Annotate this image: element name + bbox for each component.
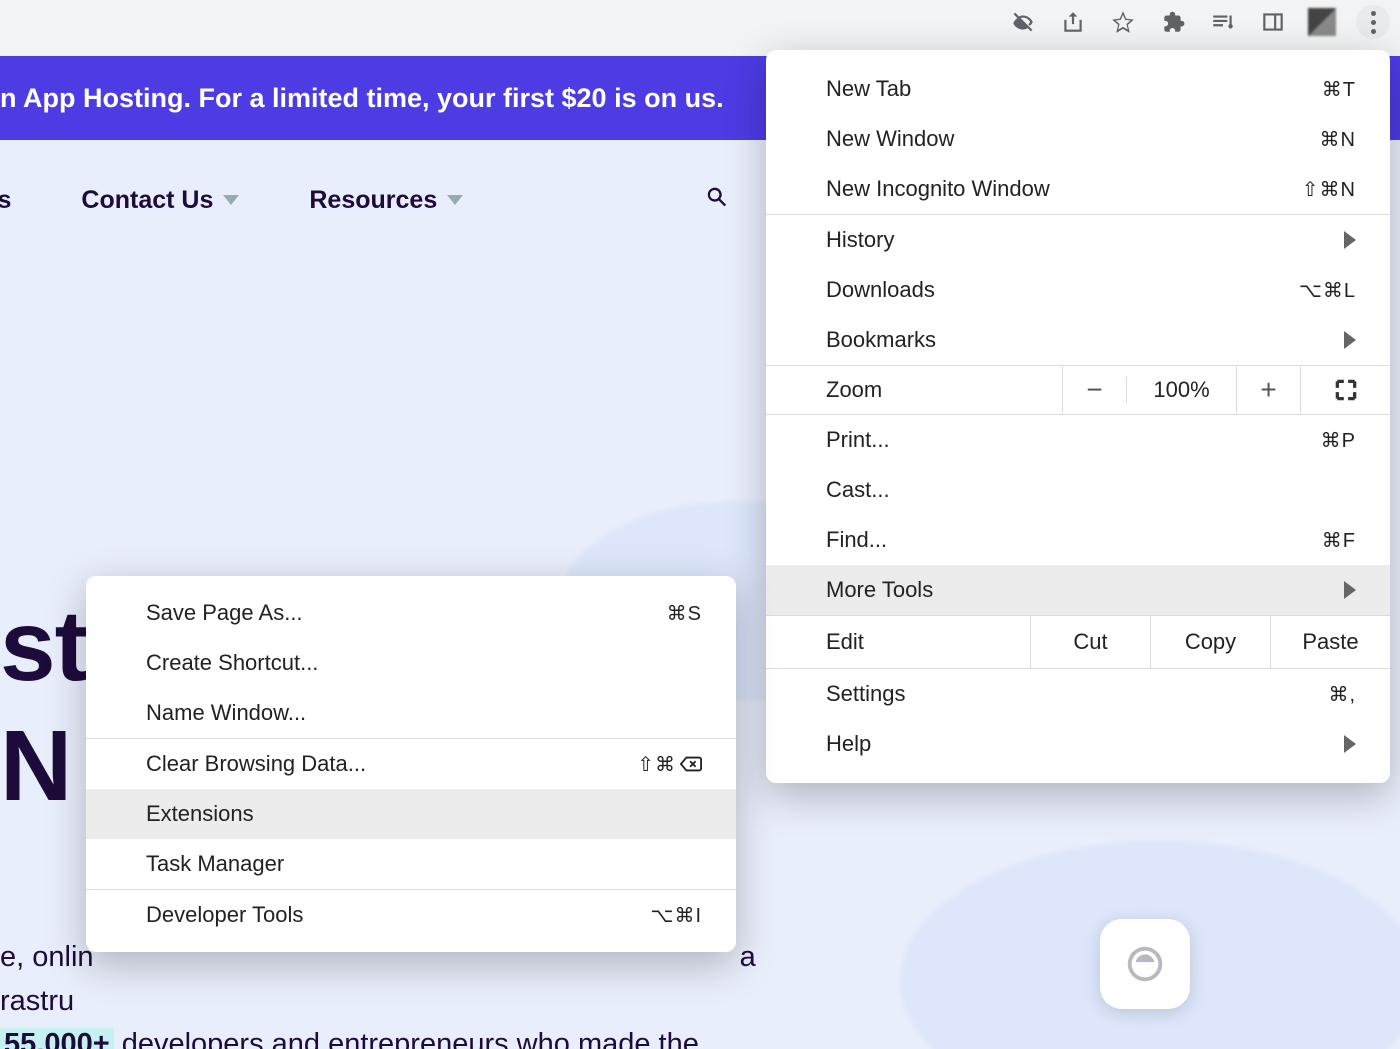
menu-edit: Edit Cut Copy Paste bbox=[766, 615, 1390, 669]
menu-label: Name Window... bbox=[146, 700, 306, 726]
chevron-down-icon bbox=[223, 195, 239, 205]
chevron-right-icon bbox=[1344, 581, 1356, 599]
menu-label: Extensions bbox=[146, 801, 254, 827]
search-icon[interactable] bbox=[703, 183, 731, 218]
menu-label: Print... bbox=[826, 427, 890, 453]
submenu-save-page[interactable]: Save Page As... ⌘S bbox=[86, 588, 736, 638]
extensions-icon[interactable] bbox=[1158, 7, 1188, 37]
delete-icon bbox=[680, 755, 702, 773]
shortcut: ⌥⌘L bbox=[1299, 278, 1356, 303]
menu-label: New Window bbox=[826, 126, 954, 152]
zoom-value: 100% bbox=[1126, 377, 1236, 403]
shortcut: ⌘F bbox=[1322, 528, 1356, 553]
menu-help[interactable]: Help bbox=[766, 719, 1390, 769]
zoom-label: Zoom bbox=[766, 377, 1062, 403]
shortcut: ⌘, bbox=[1328, 682, 1356, 707]
menu-label: New Incognito Window bbox=[826, 176, 1050, 202]
menu-new-window[interactable]: New Window ⌘N bbox=[766, 114, 1390, 164]
chevron-down-icon bbox=[447, 195, 463, 205]
menu-new-tab[interactable]: New Tab ⌘T bbox=[766, 64, 1390, 114]
edit-copy-button[interactable]: Copy bbox=[1150, 615, 1270, 669]
menu-label: More Tools bbox=[826, 577, 933, 603]
shortcut: ⌘S bbox=[667, 601, 702, 626]
menu-label: History bbox=[826, 227, 894, 253]
menu-label: Bookmarks bbox=[826, 327, 936, 353]
shortcut: ⌘T bbox=[1322, 77, 1356, 102]
menu-label: Settings bbox=[826, 681, 906, 707]
shortcut: ⌘N bbox=[1320, 127, 1356, 152]
nav-item-resources[interactable]: Resources bbox=[309, 186, 463, 215]
browser-toolbar bbox=[0, 0, 1400, 44]
menu-bookmarks[interactable]: Bookmarks bbox=[766, 315, 1390, 365]
avatar[interactable] bbox=[1308, 8, 1336, 36]
chat-button[interactable] bbox=[1100, 919, 1190, 1009]
menu-label: Clear Browsing Data... bbox=[146, 751, 366, 777]
menu-zoom: Zoom − 100% + bbox=[766, 365, 1390, 415]
hero-line-2: N bbox=[0, 716, 87, 816]
menu-label: Downloads bbox=[826, 277, 935, 303]
chevron-right-icon bbox=[1344, 735, 1356, 753]
menu-cast[interactable]: Cast... bbox=[766, 465, 1390, 515]
menu-find[interactable]: Find... ⌘F bbox=[766, 515, 1390, 565]
hero: st N bbox=[0, 596, 87, 836]
nav-label: Resources bbox=[309, 186, 437, 215]
highlight-count: 55,000+ bbox=[0, 1028, 114, 1049]
menu-history[interactable]: History bbox=[766, 215, 1390, 265]
menu-label: Task Manager bbox=[146, 851, 284, 877]
menu-label: Save Page As... bbox=[146, 600, 303, 626]
sub-frag: rastru bbox=[0, 985, 74, 1017]
menu-label: Create Shortcut... bbox=[146, 650, 318, 676]
playlist-icon[interactable] bbox=[1208, 7, 1238, 37]
edit-label: Edit bbox=[766, 629, 1030, 655]
zoom-in-button[interactable]: + bbox=[1236, 365, 1300, 415]
menu-label: New Tab bbox=[826, 76, 911, 102]
menu-label: Find... bbox=[826, 527, 887, 553]
promo-text: n App Hosting. For a limited time, your … bbox=[0, 83, 724, 114]
submenu-clear-browsing-data[interactable]: Clear Browsing Data... ⇧⌘ bbox=[86, 739, 736, 789]
menu-label: Cast... bbox=[826, 477, 890, 503]
zoom-out-button[interactable]: − bbox=[1062, 365, 1126, 415]
nav-item-contact[interactable]: Contact Us bbox=[81, 186, 239, 215]
sub-frag: e, onlin bbox=[0, 941, 94, 973]
chevron-right-icon bbox=[1344, 231, 1356, 249]
nav-label: Contact Us bbox=[81, 186, 213, 215]
shortcut: ⇧⌘ bbox=[637, 752, 702, 777]
star-icon[interactable] bbox=[1108, 7, 1138, 37]
hero-subtext: e, onlin a rastru 55,000+ developers and… bbox=[0, 936, 756, 1049]
menu-label: Help bbox=[826, 731, 871, 757]
sub-frag: a bbox=[740, 941, 756, 973]
sub-frag: developers and entrepreneurs who made th… bbox=[122, 1028, 699, 1049]
shortcut: ⌥⌘I bbox=[650, 903, 702, 928]
hero-line-1: st bbox=[0, 596, 87, 696]
submenu-developer-tools[interactable]: Developer Tools ⌥⌘I bbox=[86, 890, 736, 940]
menu-downloads[interactable]: Downloads ⌥⌘L bbox=[766, 265, 1390, 315]
submenu-task-manager[interactable]: Task Manager bbox=[86, 839, 736, 889]
menu-label: Developer Tools bbox=[146, 902, 303, 928]
menu-new-incognito[interactable]: New Incognito Window ⇧⌘N bbox=[766, 164, 1390, 214]
submenu-extensions[interactable]: Extensions bbox=[86, 789, 736, 839]
menu-print[interactable]: Print... ⌘P bbox=[766, 415, 1390, 465]
fullscreen-button[interactable] bbox=[1300, 365, 1390, 415]
shortcut: ⌘P bbox=[1321, 428, 1356, 453]
submenu-name-window[interactable]: Name Window... bbox=[86, 688, 736, 738]
panel-icon[interactable] bbox=[1258, 7, 1288, 37]
shortcut: ⇧⌘N bbox=[1302, 177, 1356, 202]
chrome-more-tools-submenu: Save Page As... ⌘S Create Shortcut... Na… bbox=[86, 576, 736, 952]
share-icon[interactable] bbox=[1058, 7, 1088, 37]
submenu-create-shortcut[interactable]: Create Shortcut... bbox=[86, 638, 736, 688]
edit-cut-button[interactable]: Cut bbox=[1030, 615, 1150, 669]
more-vert-icon[interactable] bbox=[1356, 5, 1390, 39]
edit-paste-button[interactable]: Paste bbox=[1270, 615, 1390, 669]
nav-label: ents bbox=[0, 186, 11, 215]
chrome-main-menu: New Tab ⌘T New Window ⌘N New Incognito W… bbox=[766, 50, 1390, 783]
menu-more-tools[interactable]: More Tools bbox=[766, 565, 1390, 615]
eye-off-icon[interactable] bbox=[1008, 7, 1038, 37]
nav-item-0[interactable]: ents bbox=[0, 186, 11, 215]
chevron-right-icon bbox=[1344, 331, 1356, 349]
menu-settings[interactable]: Settings ⌘, bbox=[766, 669, 1390, 719]
